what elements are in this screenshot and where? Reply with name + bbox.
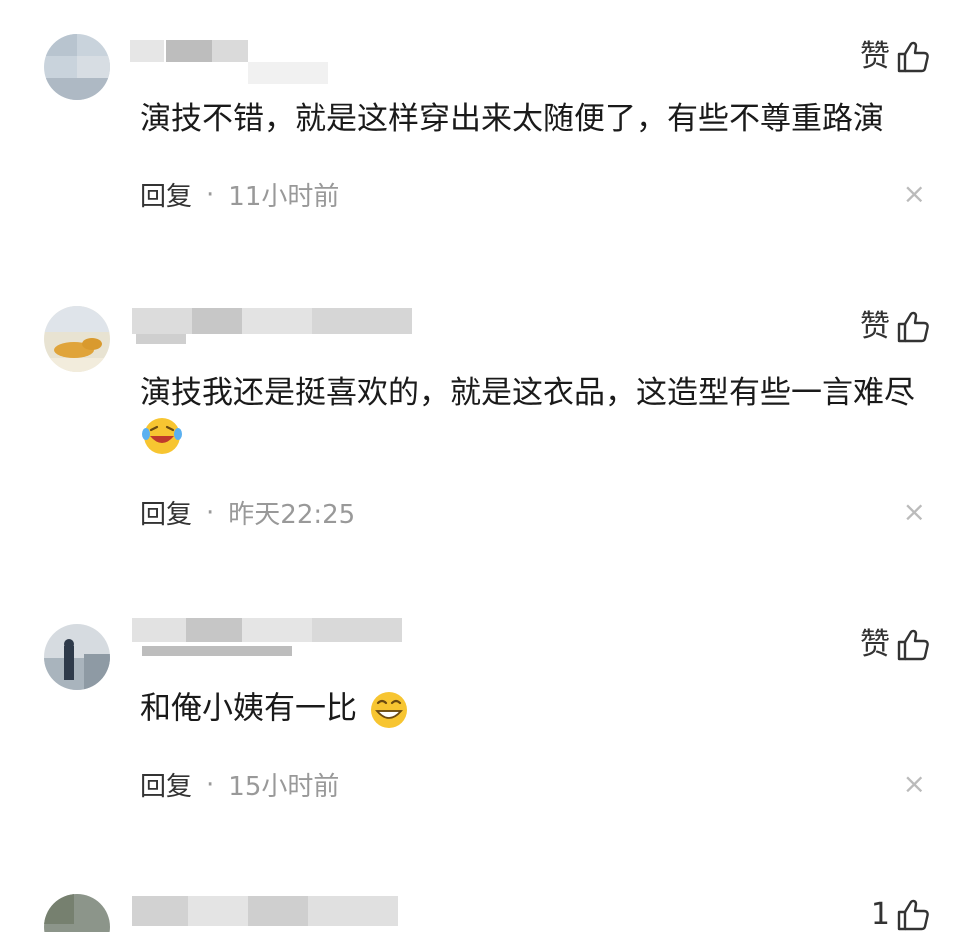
comment-meta: 回复 · 15小时前 <box>140 766 339 803</box>
like-count: 1 <box>870 897 890 932</box>
like-label: 赞 <box>860 39 890 74</box>
comment-item: 赞 演技不错，就是这样穿出来太随便了，有些不尊重路演 回复 · 11小时前 × <box>0 0 960 270</box>
reply-button[interactable]: 回复 <box>140 494 192 531</box>
username-blurred[interactable] <box>112 610 422 664</box>
comment-item: 赞 和俺小姨有一比 回复 · 15小时前 × <box>0 600 960 880</box>
username-blurred[interactable] <box>112 890 422 932</box>
comment-text: 演技不错，就是这样穿出来太随便了，有些不尊重路演 <box>140 101 884 137</box>
thumbs-up-icon <box>897 899 929 931</box>
avatar[interactable] <box>44 306 110 372</box>
comment-text: 和俺小姨有一比 <box>140 688 411 732</box>
username-blurred[interactable] <box>112 302 422 356</box>
timestamp: 11小时前 <box>228 182 340 212</box>
comment-meta: 回复 · 昨天22:25 <box>140 494 355 531</box>
thumbs-up-icon <box>897 41 929 73</box>
like-button[interactable]: 赞 <box>860 310 930 344</box>
avatar[interactable] <box>44 624 110 690</box>
like-label: 赞 <box>860 627 890 662</box>
comment-item: 1 <box>0 880 960 932</box>
separator: · <box>206 179 215 210</box>
like-button[interactable]: 1 <box>871 898 930 932</box>
timestamp: 昨天22:25 <box>228 500 356 530</box>
separator: · <box>206 497 215 528</box>
reply-button[interactable]: 回复 <box>140 766 192 803</box>
like-label: 赞 <box>860 309 890 344</box>
like-button[interactable]: 赞 <box>860 628 930 662</box>
thumbs-up-icon <box>897 629 929 661</box>
laughing-tears-emoji <box>142 418 182 454</box>
close-icon[interactable]: × <box>903 180 926 208</box>
timestamp: 15小时前 <box>228 772 340 802</box>
thumbs-up-icon <box>897 311 929 343</box>
close-icon[interactable]: × <box>903 770 926 798</box>
comment-meta: 回复 · 11小时前 <box>140 176 339 213</box>
username-blurred[interactable] <box>112 34 422 88</box>
avatar[interactable] <box>44 34 110 100</box>
avatar[interactable] <box>44 894 110 932</box>
close-icon[interactable]: × <box>903 498 926 526</box>
reply-button[interactable]: 回复 <box>140 176 192 213</box>
comment-item: 赞 演技我还是挺喜欢的，就是这衣品，这造型有些一言难尽 回复 · 昨天22:25… <box>0 290 960 590</box>
grinning-emoji <box>370 692 407 728</box>
comment-text: 演技我还是挺喜欢的，就是这衣品，这造型有些一言难尽 <box>140 375 915 411</box>
like-button[interactable]: 赞 <box>860 40 930 74</box>
separator: · <box>206 769 215 800</box>
comment-emoji-line <box>140 414 184 458</box>
